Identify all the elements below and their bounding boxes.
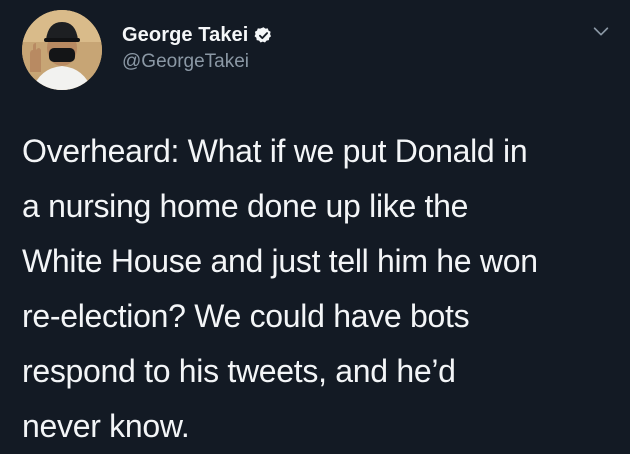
tweet-header: George Takei @GeorgeTakei: [22, 10, 609, 98]
author-info: George Takei @GeorgeTakei: [122, 10, 590, 73]
verified-badge-icon: [254, 26, 272, 42]
tweet-text: Overheard: What if we put Donald in a nu…: [22, 124, 622, 454]
tweet-text-line: White House and just tell him he won: [22, 243, 538, 279]
author-display-name[interactable]: George Takei: [122, 24, 248, 47]
tweet-text-line: never know.: [22, 408, 190, 444]
name-row: George Takei: [122, 22, 590, 48]
tweet-text-line: re-election? We could have bots: [22, 298, 470, 334]
tweet-text-line: a nursing home done up like the: [22, 188, 469, 224]
avatar[interactable]: [22, 10, 102, 90]
tweet-text-line: respond to his tweets, and he’d: [22, 353, 456, 389]
chevron-down-icon[interactable]: [590, 20, 612, 42]
tweet-text-line: Overheard: What if we put Donald in: [22, 133, 528, 169]
avatar-image: [22, 10, 102, 90]
author-handle[interactable]: @GeorgeTakei: [122, 51, 590, 73]
tweet-card: George Takei @GeorgeTakei Overheard: Wha…: [0, 0, 630, 450]
